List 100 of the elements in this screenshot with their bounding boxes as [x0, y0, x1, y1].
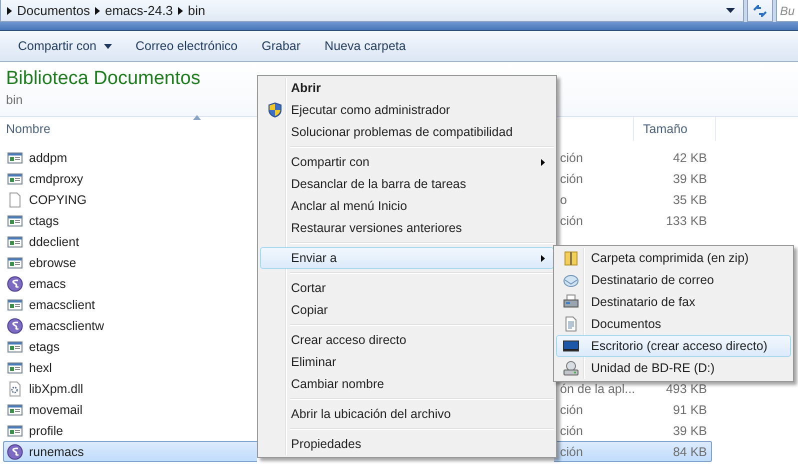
- menu-item[interactable]: Abrir la ubicación del archivo: [260, 403, 554, 425]
- breadcrumb-arrow-icon[interactable]: [178, 6, 183, 14]
- menu-item[interactable]: Restaurar versiones anteriores: [260, 217, 554, 239]
- breadcrumb[interactable]: emacs-24.3: [104, 3, 173, 18]
- program-icon: [7, 234, 23, 250]
- breadcrumb-arrow-icon[interactable]: [94, 6, 100, 14]
- menu-item[interactable]: Propiedades: [260, 433, 554, 455]
- menu-item[interactable]: Enviar a: [260, 247, 554, 269]
- emacs-icon: [7, 276, 23, 292]
- printer-icon: [563, 294, 579, 310]
- file-size: 91 KB: [672, 402, 707, 416]
- file-type: ción: [560, 172, 583, 186]
- menu-item[interactable]: Copiar: [260, 299, 554, 321]
- breadcrumb-arrow-icon[interactable]: [7, 6, 12, 14]
- file-item[interactable]: hexl: [3, 357, 257, 378]
- file-details[interactable]: ción 133 KB: [554, 210, 712, 231]
- search-field[interactable]: Bu: [776, 0, 798, 22]
- file-type: ón de la apl...: [560, 382, 636, 396]
- file-item[interactable]: etags: [3, 336, 257, 357]
- file-item[interactable]: runemacs: [3, 441, 257, 462]
- file-details[interactable]: ción 42 KB: [554, 147, 712, 168]
- file-type: o: [560, 192, 567, 206]
- menu-item[interactable]: Abrir: [260, 77, 554, 99]
- program-icon: [7, 254, 23, 270]
- file-item[interactable]: ebrowse: [3, 252, 257, 273]
- menu-item[interactable]: Crear acceso directo: [260, 329, 554, 351]
- file-details[interactable]: ción 84 KB: [554, 441, 712, 462]
- program-icon: [7, 150, 23, 166]
- menu-item[interactable]: Cortar: [260, 277, 554, 299]
- menu-item[interactable]: Cambiar nombre: [260, 373, 554, 395]
- menu-item[interactable]: Carpeta comprimida (en zip): [556, 247, 791, 269]
- envelope-icon: [563, 272, 579, 288]
- file-details[interactable]: ción 39 KB: [554, 420, 712, 441]
- gear-file-icon: [7, 380, 23, 396]
- file-details[interactable]: ción 39 KB: [554, 168, 712, 189]
- file-details[interactable]: ción 91 KB: [554, 399, 712, 420]
- document-icon: [7, 192, 23, 208]
- refresh-button[interactable]: [747, 0, 773, 22]
- file-item[interactable]: ctags: [3, 210, 257, 231]
- submenu-arrow-icon: [541, 159, 545, 166]
- file-size: 493 KB: [666, 382, 707, 396]
- menu-item[interactable]: Eliminar: [260, 351, 554, 373]
- drive-icon: [563, 360, 579, 376]
- file-item[interactable]: libXpm.dll: [3, 378, 257, 399]
- file-size: 84 KB: [672, 444, 707, 458]
- menu-item[interactable]: Anclar al menú Inicio: [260, 195, 554, 217]
- program-icon: [7, 338, 23, 354]
- file-size: 39 KB: [672, 424, 707, 438]
- program-icon: [7, 422, 23, 438]
- file-item[interactable]: cmdproxy: [3, 168, 257, 189]
- menu-item[interactable]: Escritorio (crear acceso directo): [556, 335, 791, 357]
- breadcrumb[interactable]: Documentos: [17, 3, 90, 18]
- file-details[interactable]: ón de la apl... 493 KB: [554, 378, 712, 399]
- file-type: ción: [560, 150, 583, 164]
- file-details[interactable]: o 35 KB: [554, 189, 712, 210]
- menu-item[interactable]: Unidad de BD-RE (D:): [556, 357, 791, 379]
- file-item[interactable]: emacsclient: [3, 294, 257, 315]
- library-subtitle: bin: [6, 93, 23, 107]
- file-item[interactable]: movemail: [3, 399, 257, 420]
- file-size: 133 KB: [666, 214, 707, 228]
- program-icon: [7, 360, 23, 376]
- menu-item[interactable]: Destinatario de correo: [556, 269, 791, 291]
- file-item[interactable]: emacs: [3, 273, 257, 294]
- sort-arrow-icon: [193, 115, 201, 120]
- emacs-icon: [7, 444, 23, 460]
- breadcrumb[interactable]: bin: [188, 3, 206, 18]
- dropdown-arrow-icon[interactable]: [726, 8, 735, 13]
- toolbar-button[interactable]: Grabar: [252, 35, 311, 57]
- menu-item[interactable]: Documentos: [556, 313, 791, 335]
- menu-item[interactable]: Compartir con: [260, 151, 554, 173]
- document-icon: [563, 316, 579, 332]
- file-item[interactable]: COPYING: [3, 189, 257, 210]
- file-size: 35 KB: [672, 192, 707, 206]
- column-header[interactable]: Tamaño: [634, 122, 715, 136]
- toolbar-button[interactable]: Nueva carpeta: [314, 35, 416, 57]
- file-item[interactable]: addpm: [3, 147, 257, 168]
- file-item[interactable]: emacsclientw: [3, 315, 257, 336]
- file-type: ción: [560, 424, 583, 438]
- address-bar[interactable]: Documentos emacs-24.3 bin: [0, 0, 744, 22]
- toolbar-button[interactable]: Compartir con: [8, 35, 122, 57]
- library-title: Biblioteca Documentos: [6, 68, 200, 90]
- toolbar-button[interactable]: Correo electrónico: [126, 35, 248, 57]
- menu-item[interactable]: Desanclar de la barra de tareas: [260, 173, 554, 195]
- file-type: ción: [560, 402, 583, 416]
- monitor-icon: [563, 338, 579, 354]
- file-item[interactable]: ddeclient: [3, 231, 257, 252]
- submenu-arrow-icon: [541, 255, 545, 262]
- shield-icon: [267, 102, 283, 118]
- file-item[interactable]: profile: [3, 420, 257, 441]
- program-icon: [7, 212, 23, 228]
- menu-item[interactable]: Ejecutar como administrador: [260, 99, 554, 121]
- menu-item[interactable]: Solucionar problemas de compatibilidad: [260, 121, 554, 143]
- program-icon: [7, 170, 23, 186]
- zip-folder-icon: [563, 250, 579, 266]
- file-size: 42 KB: [672, 150, 707, 164]
- caret-icon: [104, 44, 112, 48]
- menu-item[interactable]: Destinatario de fax: [556, 291, 791, 313]
- emacs-icon: [7, 318, 23, 334]
- program-icon: [7, 296, 23, 312]
- file-type: ción: [560, 444, 583, 458]
